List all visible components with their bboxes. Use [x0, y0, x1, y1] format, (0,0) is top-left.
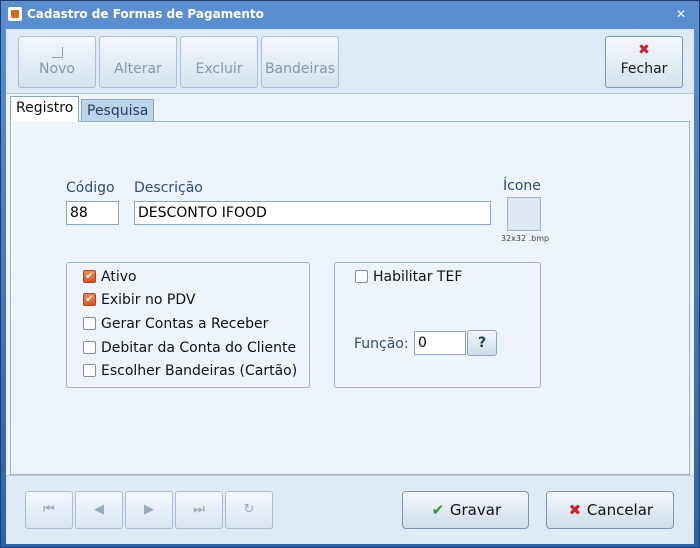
checkbox-unchecked-icon: [83, 341, 96, 354]
tab-registro[interactable]: Registro: [10, 96, 80, 122]
last-record-icon[interactable]: ⏭: [175, 491, 223, 529]
title-bar: Cadastro de Formas de Pagamento ✕: [1, 1, 699, 29]
debitar-conta-label: Debitar da Conta do Cliente: [101, 340, 297, 356]
novo-button[interactable]: Novo: [18, 36, 96, 88]
habilitar-tef-label: Habilitar TEF: [373, 269, 463, 285]
window-title: Cadastro de Formas de Pagamento: [27, 7, 264, 21]
excluir-button[interactable]: Excluir: [180, 36, 258, 88]
ativo-label: Ativo: [101, 269, 137, 285]
excluir-label: Excluir: [195, 61, 243, 77]
cancelar-button[interactable]: ✖ Cancelar: [546, 491, 674, 529]
icone-label: Ícone: [503, 178, 541, 194]
bottom-bar: ⏮ ◀ ▶ ⏭ ↻ ✔ Gravar ✖ Cancelar: [6, 475, 694, 544]
checkbox-unchecked-icon: [83, 317, 96, 330]
gravar-button[interactable]: ✔ Gravar: [402, 491, 529, 529]
alterar-button[interactable]: Alterar: [99, 36, 177, 88]
novo-label: Novo: [39, 61, 75, 77]
cancel-icon: ✖: [568, 501, 582, 519]
descricao-field[interactable]: DESCONTO IFOOD: [134, 201, 491, 225]
funcao-field[interactable]: 0: [414, 331, 466, 355]
bandeiras-button[interactable]: Bandeiras: [261, 36, 339, 88]
payment-methods-window: Cadastro de Formas de Pagamento ✕ Novo A…: [0, 0, 700, 548]
checkbox-checked-icon: ✔: [83, 293, 96, 306]
descricao-label: Descrição: [134, 180, 203, 196]
checkbox-unchecked-icon: [83, 364, 96, 377]
escolher-bandeiras-label: Escolher Bandeiras (Cartão): [101, 363, 298, 379]
gerar-contas-label: Gerar Contas a Receber: [101, 316, 269, 332]
close-icon: ✖: [638, 42, 650, 58]
checkbox-unchecked-icon: [355, 270, 368, 283]
fechar-label: Fechar: [620, 61, 668, 77]
gravar-label: Gravar: [449, 501, 502, 519]
registro-panel: Código 88 Descrição DESCONTO IFOOD Ícone…: [10, 121, 690, 475]
client-area: Novo Alterar Excluir Bandeiras ✖ Fechar …: [6, 29, 694, 544]
icone-hint: 32x32 .bmp: [501, 234, 550, 243]
fechar-button[interactable]: ✖ Fechar: [605, 36, 683, 88]
options-group: ✔ Ativo ✔ Exibir no PDV Gerar Contas a R…: [66, 262, 310, 388]
alterar-label: Alterar: [114, 61, 162, 77]
funcao-label: Função:: [354, 336, 409, 352]
app-icon: [8, 7, 22, 21]
window-close-icon[interactable]: ✕: [671, 5, 691, 23]
refresh-icon[interactable]: ↻: [225, 491, 273, 529]
funcao-help-button[interactable]: ?: [467, 330, 497, 356]
exibir-pdv-label: Exibir no PDV: [101, 292, 196, 308]
bandeiras-label: Bandeiras: [264, 61, 336, 77]
tef-group: Habilitar TEF Função: 0 ?: [334, 262, 541, 388]
cancelar-label: Cancelar: [586, 501, 654, 519]
new-icon: [52, 47, 63, 58]
first-record-icon[interactable]: ⏮: [25, 491, 73, 529]
icone-picker[interactable]: [507, 197, 541, 231]
next-record-icon[interactable]: ▶: [125, 491, 173, 529]
previous-record-icon[interactable]: ◀: [75, 491, 123, 529]
check-icon: ✔: [431, 501, 445, 519]
toolbar: Novo Alterar Excluir Bandeiras ✖ Fechar: [6, 29, 694, 94]
codigo-label: Código: [66, 180, 115, 196]
checkbox-checked-icon: ✔: [83, 270, 96, 283]
codigo-field[interactable]: 88: [66, 201, 119, 225]
tab-pesquisa[interactable]: Pesquisa: [81, 99, 155, 123]
